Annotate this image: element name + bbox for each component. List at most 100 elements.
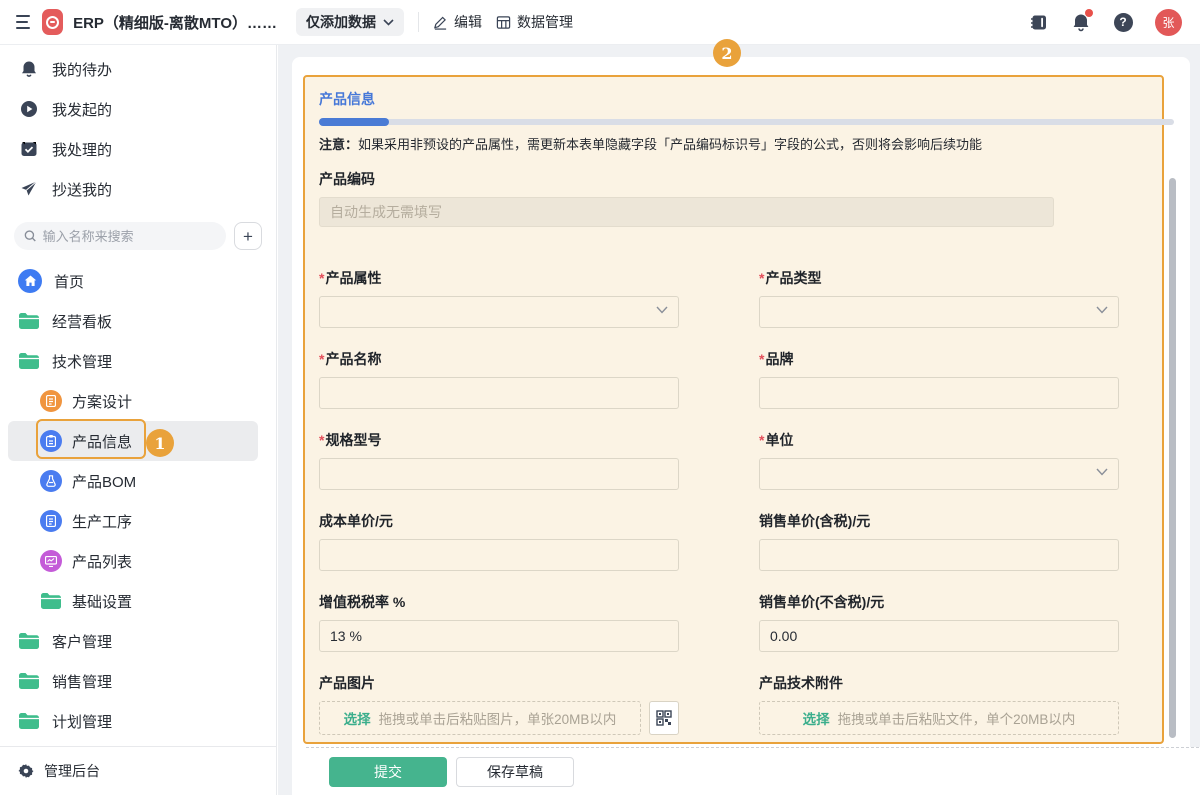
bell-icon [20,60,38,78]
form-progress-bar [319,118,1148,126]
product-image-upload[interactable]: 选择 拖拽或单击后粘贴图片，单张20MB以内 [319,701,641,735]
sidebar-search-row: + [14,222,262,250]
progress-track [319,119,1174,125]
product-name-input[interactable] [319,377,679,409]
field-product-image: 产品图片 选择 拖拽或单击后粘贴图片，单张20MB以内 [319,673,679,735]
sidebar-item-label: 抄送我的 [52,179,112,200]
upload-hint: 拖拽或单击后粘贴图片，单张20MB以内 [379,708,617,728]
menu-item-label: 方案设计 [72,391,132,412]
admin-label: 管理后台 [44,761,100,781]
user-avatar[interactable]: 张 [1155,9,1182,36]
menu-item-home[interactable]: 首页 [8,261,258,301]
folder-icon [18,712,40,730]
data-manage-button[interactable]: 数据管理 [496,12,573,32]
tech-attachment-upload[interactable]: 选择 拖拽或单击后粘贴文件，单个20MB以内 [759,701,1119,735]
sidebar-item-initiated-by-me[interactable]: 我发起的 [0,89,276,129]
add-app-button[interactable]: + [234,222,262,250]
edit-button[interactable]: 编辑 [433,12,482,32]
menu-item-product-bom[interactable]: 产品BOM [8,461,258,501]
menu-toggle-icon[interactable] [16,15,30,29]
sidebar-item-processed-by-me[interactable]: 我处理的 [0,129,276,169]
sidebar-item-label: 我处理的 [52,139,112,160]
menu-item-label: 产品BOM [72,471,136,492]
qr-code-icon [656,710,672,726]
save-draft-button[interactable]: 保存草稿 [456,757,574,787]
vat-rate-input[interactable] [319,620,679,652]
folder-icon [40,592,62,610]
sidebar-item-cc-to-me[interactable]: 抄送我的 [0,169,276,209]
app-title: ERP（精细版-离散MTO）…… [73,12,277,33]
field-label: 产品编码 [319,169,1148,189]
cost-price-input[interactable] [319,539,679,571]
spec-model-input[interactable] [319,458,679,490]
notification-bell-icon[interactable] [1071,12,1091,32]
chevron-down-icon [1096,468,1108,476]
folder-icon [18,672,40,690]
brand-input[interactable] [759,377,1119,409]
add-data-mode-dropdown[interactable]: 仅添加数据 [296,8,404,36]
menu-item-basic-settings[interactable]: 基础设置 [8,581,258,621]
form-row: *规格型号 *单位 [319,430,1148,490]
menu-item-sales-manage[interactable]: 销售管理 [8,661,258,701]
form-footer: 提交 保存草稿 [306,747,1200,795]
search-input[interactable] [43,229,216,244]
menu-item-label: 销售管理 [52,671,112,692]
upload-hint: 拖拽或单击后粘贴文件，单个20MB以内 [838,708,1076,728]
field-unit: *单位 [759,430,1119,490]
menu-item-label: 客户管理 [52,631,112,652]
upload-select-link[interactable]: 选择 [803,708,830,728]
menu-item-production-process[interactable]: 生产工序 [8,501,258,541]
menu-item-scheme-design[interactable]: 方案设计 [8,381,258,421]
header-actions: ? 张 [1029,9,1200,36]
field-product-type: *产品类型 [759,268,1119,328]
sale-price-tax-input[interactable] [759,539,1119,571]
menu-item-label: 基础设置 [72,591,132,612]
sidebar-item-label: 我的待办 [52,59,112,80]
menu-item-tech-manage[interactable]: 技术管理 [8,341,258,381]
field-product-attr: *产品属性 [319,268,679,328]
menu-item-business-board[interactable]: 经营看板 [8,301,258,341]
document-icon [40,390,62,412]
notification-badge [1085,9,1093,17]
qr-scan-button[interactable] [649,701,679,735]
product-type-select[interactable] [759,296,1119,328]
form-row: 成本单价/元 销售单价(含税)/元 [319,511,1148,571]
toolbar-divider [418,12,419,32]
toolbar: 仅添加数据 编辑 数据管理 [296,8,573,36]
vertical-scrollbar[interactable] [1169,178,1176,738]
annotation-step-1: 1 [146,429,174,457]
pencil-icon [433,15,448,30]
document-icon [40,510,62,532]
app-header: ERP（精细版-离散MTO）…… [0,9,277,35]
field-brand: *品牌 [759,349,1119,409]
home-icon [18,269,42,293]
sale-price-notax-input[interactable] [759,620,1119,652]
product-code-input[interactable] [319,197,1054,227]
field-product-code: 产品编码 [319,169,1148,247]
table-icon [496,15,511,30]
journal-icon[interactable] [1029,12,1049,32]
product-attr-select[interactable] [319,296,679,328]
admin-backend-button[interactable]: 管理后台 [0,746,276,795]
field-sale-price-notax: 销售单价(不含税)/元 [759,592,1119,652]
app-logo-icon [42,9,63,35]
sidebar-item-my-todo[interactable]: 我的待办 [0,49,276,89]
help-icon[interactable]: ? [1113,12,1133,32]
menu-item-customer-manage[interactable]: 客户管理 [8,621,258,661]
field-sale-price-tax: 销售单价(含税)/元 [759,511,1119,571]
menu-item-product-list[interactable]: 产品列表 [8,541,258,581]
search-icon [24,229,37,243]
search-box[interactable] [14,222,226,250]
monitor-chart-icon [40,550,62,572]
upload-select-link[interactable]: 选择 [344,708,371,728]
unit-select[interactable] [759,458,1119,490]
quick-access-list: 我的待办 我发起的 我处理的 抄送我的 [0,45,276,209]
notice-prefix: 注意： [319,137,358,152]
annotation-step-2: 2 [713,39,741,67]
field-product-name: *产品名称 [319,349,679,409]
submit-button[interactable]: 提交 [329,757,447,787]
menu-item-plan-manage[interactable]: 计划管理 [8,701,258,741]
sidebar-item-label: 我发起的 [52,99,112,120]
chevron-down-icon [383,19,394,26]
field-cost-price: 成本单价/元 [319,511,679,571]
